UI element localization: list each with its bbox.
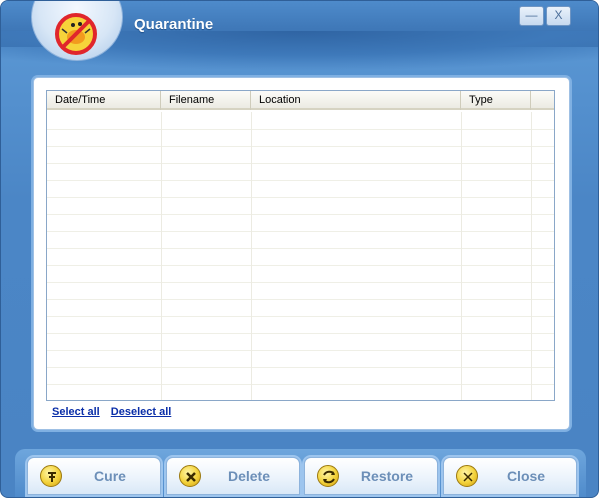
table-row-gridline — [47, 316, 554, 317]
table-row-gridline — [47, 214, 554, 215]
window-close-button[interactable]: X — [546, 6, 571, 26]
restore-button-label: Restore — [360, 468, 414, 484]
restore-button[interactable]: Restore — [304, 457, 438, 495]
column-header-filler — [531, 91, 554, 110]
table-row-gridline — [47, 367, 554, 368]
column-header-location[interactable]: Location — [251, 91, 461, 110]
table-column-gridline — [161, 112, 162, 400]
no-bug-icon — [55, 13, 97, 55]
cure-button-label: Cure — [94, 468, 126, 484]
table-row-gridline — [47, 129, 554, 130]
delete-icon — [179, 465, 201, 487]
table-column-gridline — [251, 112, 252, 400]
delete-button[interactable]: Delete — [166, 457, 300, 495]
table-row-gridline — [47, 350, 554, 351]
table-column-gridline — [461, 112, 462, 400]
table-row-gridline — [47, 146, 554, 147]
column-header-type[interactable]: Type — [461, 91, 531, 110]
deselect-all-link[interactable]: Deselect all — [111, 406, 172, 418]
column-header-filename[interactable]: Filename — [161, 91, 251, 110]
table-row-gridline — [47, 248, 554, 249]
close-button-label: Close — [506, 468, 546, 484]
table-row-gridline — [47, 384, 554, 385]
restore-icon — [317, 465, 339, 487]
table-row-gridline — [47, 231, 554, 232]
cure-button[interactable]: Cure — [27, 457, 161, 495]
delete-button-label: Delete — [227, 468, 271, 484]
table-row-gridline — [47, 265, 554, 266]
table-row-gridline — [47, 197, 554, 198]
column-header-datetime[interactable]: Date/Time — [47, 91, 161, 110]
table-header: Date/Time Filename Location Type — [47, 91, 554, 110]
window-title: Quarantine — [134, 16, 214, 33]
quarantine-panel: Date/Time Filename Location Type Select … — [33, 77, 570, 430]
cure-icon — [40, 465, 62, 487]
selection-links: Select all Deselect all — [52, 406, 179, 418]
table-row-gridline — [47, 282, 554, 283]
table-row-gridline — [47, 163, 554, 164]
quarantine-table[interactable]: Date/Time Filename Location Type — [46, 90, 555, 401]
close-button[interactable]: Close — [443, 457, 577, 495]
table-body — [47, 112, 554, 400]
table-column-gridline — [531, 112, 532, 400]
minimize-icon: — — [525, 8, 538, 22]
select-all-link[interactable]: Select all — [52, 406, 100, 418]
table-row-gridline — [47, 180, 554, 181]
table-row-gridline — [47, 333, 554, 334]
close-x-icon: X — [554, 8, 563, 22]
quarantine-window: Quarantine — X Date/Time Filename Locati… — [0, 0, 599, 498]
table-row-gridline — [47, 299, 554, 300]
minimize-button[interactable]: — — [519, 6, 544, 26]
close-icon — [456, 465, 478, 487]
